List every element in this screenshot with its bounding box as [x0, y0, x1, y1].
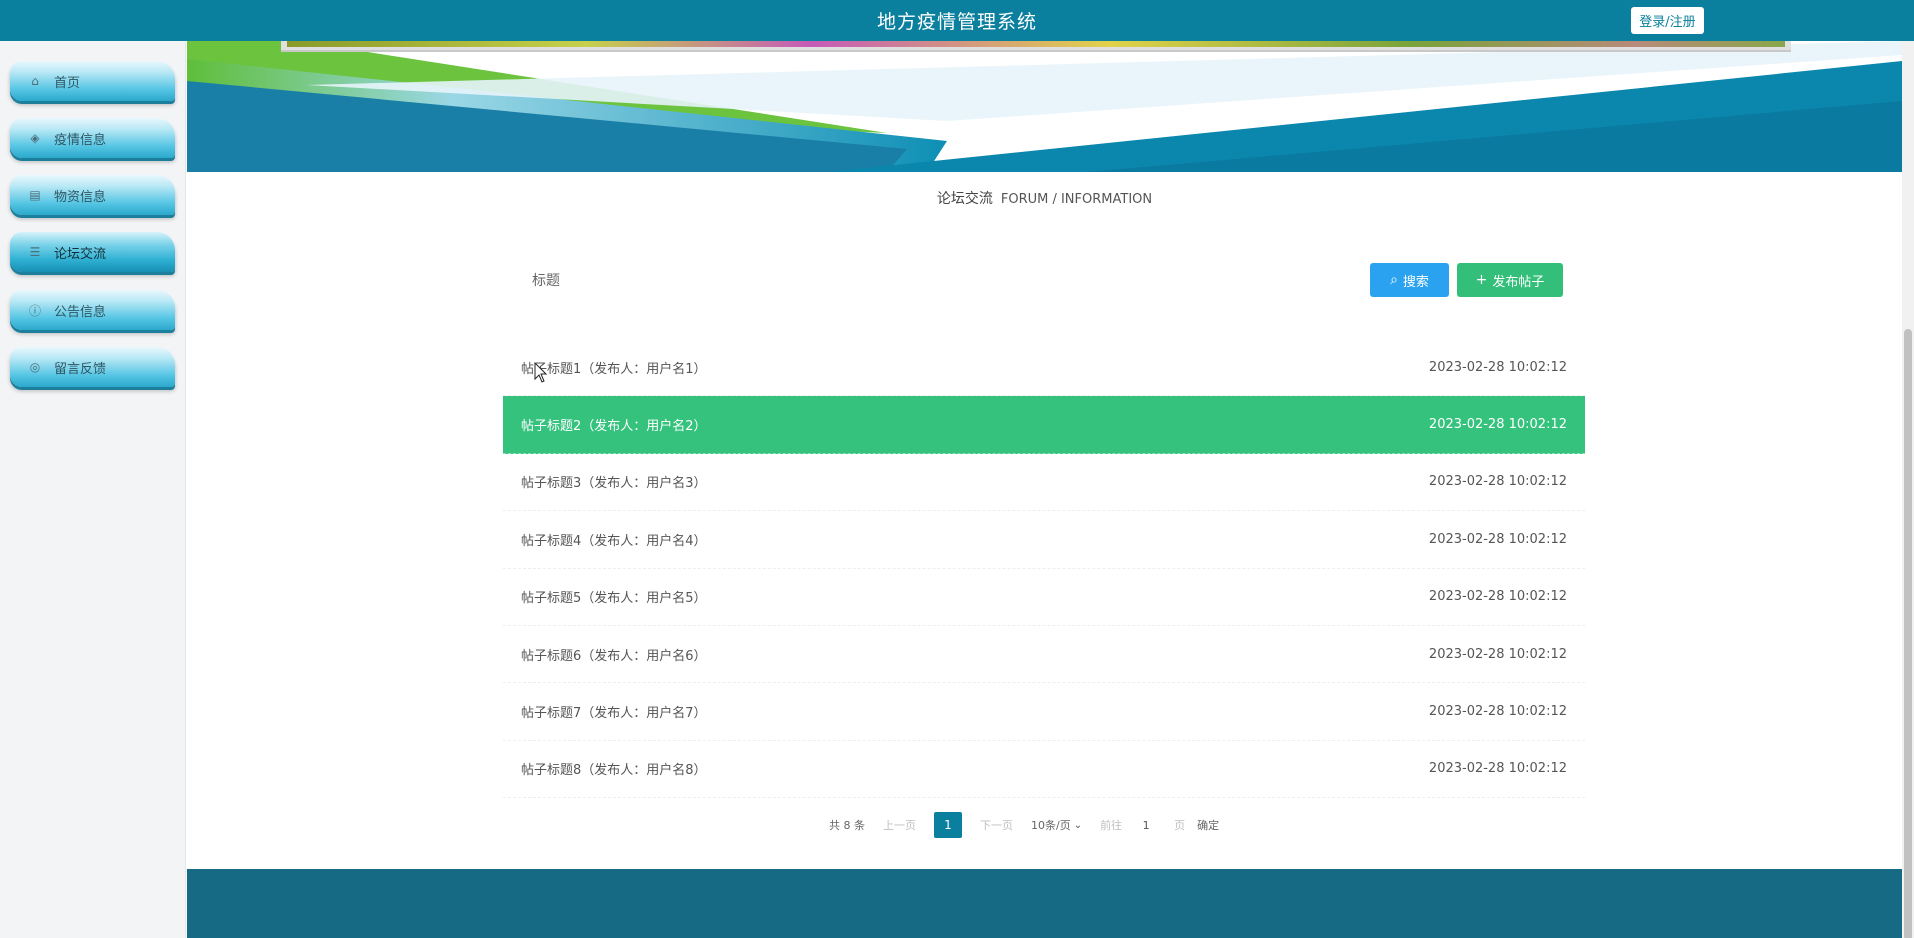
post-row[interactable]: 帖子标题3（发布人：用户名3） 2023-02-28 10:02:12	[503, 454, 1585, 512]
message-icon: ◎	[29, 360, 41, 374]
publish-post-label: 发布帖子	[1492, 274, 1545, 290]
post-row[interactable]: 帖子标题7（发布人：用户名7） 2023-02-28 10:02:12	[503, 683, 1585, 741]
sliders-icon: ☰	[29, 245, 41, 259]
scrollbar-thumb[interactable]	[1904, 329, 1912, 938]
mouse-cursor-icon	[534, 362, 548, 383]
banner-image	[187, 41, 1902, 172]
prev-page-button[interactable]: 上一页	[883, 817, 916, 833]
sidebar-item-label: 留言反馈	[54, 361, 107, 377]
post-date: 2023-02-28 10:02:12	[1428, 531, 1567, 547]
post-row[interactable]: 帖子标题6（发布人：用户名6） 2023-02-28 10:02:12	[503, 626, 1585, 684]
banner-graphic	[187, 41, 1902, 172]
post-title: 帖子标题5（发布人：用户名5）	[521, 591, 707, 607]
next-page-button[interactable]: 下一页	[980, 817, 1013, 833]
plus-icon: +	[1475, 272, 1488, 288]
sidebar-item-announcements[interactable]: ⓘ 公告信息	[10, 290, 175, 330]
post-title: 帖子标题3（发布人：用户名3）	[521, 476, 707, 492]
sidebar-item-forum[interactable]: ☰ 论坛交流	[10, 232, 175, 272]
page-number-current[interactable]: 1	[934, 812, 962, 838]
section-title-en: FORUM / INFORMATION	[1000, 192, 1153, 207]
post-date: 2023-02-28 10:02:12	[1428, 359, 1567, 375]
goto-label: 前往	[1100, 819, 1123, 832]
post-date: 2023-02-28 10:02:12	[1428, 704, 1567, 720]
sidebar: ⌂ 首页 ◈ 疫情信息 ▤ 物资信息 ☰ 论坛交流 ⓘ 公告信息 ◎ 留言反馈	[0, 41, 186, 938]
goto-confirm-button[interactable]: 确定	[1197, 817, 1219, 833]
site-title: 地方疫情管理系统	[876, 11, 1037, 33]
sidebar-item-label: 公告信息	[54, 304, 107, 320]
post-title: 帖子标题1（发布人：用户名1）	[521, 361, 707, 377]
sidebar-item-label: 论坛交流	[54, 246, 107, 262]
title-search-label[interactable]: 标题	[532, 270, 560, 290]
search-button-label: 搜索	[1402, 274, 1429, 290]
post-title: 帖子标题4（发布人：用户名4）	[521, 533, 707, 549]
info-circle-icon: ⓘ	[28, 303, 41, 318]
sidebar-item-feedback[interactable]: ◎ 留言反馈	[10, 347, 175, 387]
layers-icon: ◈	[30, 131, 40, 145]
section-heading: 论坛交流 FORUM / INFORMATION	[187, 188, 1902, 208]
post-date: 2023-02-28 10:02:12	[1428, 589, 1567, 605]
post-row[interactable]: 帖子标题1（发布人：用户名1） 2023-02-28 10:02:12	[503, 339, 1585, 397]
post-title: 帖子标题8（发布人：用户名8）	[521, 763, 707, 779]
post-row[interactable]: 帖子标题5（发布人：用户名5） 2023-02-28 10:02:12	[503, 569, 1585, 626]
page-size-select[interactable]: 10条/页 ⌄	[1031, 817, 1082, 833]
printer-icon: ▤	[29, 188, 41, 202]
search-icon: ⌕	[1390, 272, 1398, 288]
post-title: 帖子标题6（发布人：用户名6）	[521, 648, 707, 664]
sidebar-item-label: 首页	[54, 75, 81, 91]
post-date: 2023-02-28 10:02:12	[1428, 646, 1567, 662]
post-row[interactable]: 帖子标题8（发布人：用户名8） 2023-02-28 10:02:12	[503, 741, 1585, 799]
page-unit-label: 页	[1174, 819, 1186, 832]
sidebar-item-label: 物资信息	[54, 189, 107, 205]
section-title-cn: 论坛交流	[936, 191, 993, 207]
page-scrollbar[interactable]	[1902, 41, 1914, 938]
sidebar-item-label: 疫情信息	[54, 132, 107, 148]
login-register-button[interactable]: 登录/注册	[1631, 7, 1704, 34]
post-date: 2023-02-28 10:02:12	[1428, 474, 1567, 490]
page-size-value: 10条/页	[1031, 819, 1071, 832]
publish-post-button[interactable]: + 发布帖子	[1457, 263, 1563, 297]
post-date: 2023-02-28 10:02:12	[1428, 761, 1567, 777]
footer	[187, 869, 1902, 938]
search-button[interactable]: ⌕ 搜索	[1370, 263, 1449, 297]
post-title: 帖子标题2（发布人：用户名2）	[521, 419, 707, 435]
sidebar-item-home[interactable]: ⌂ 首页	[10, 61, 175, 101]
post-row[interactable]: 帖子标题2（发布人：用户名2） 2023-02-28 10:02:12	[503, 396, 1585, 454]
pagination: 共 8 条 上一页 1 下一页 10条/页 ⌄ 前往 1 页 确定	[829, 812, 1237, 838]
goto-page-input[interactable]: 1	[1132, 819, 1160, 832]
post-date: 2023-02-28 10:02:12	[1428, 417, 1567, 433]
sidebar-item-supplies-info[interactable]: ▤ 物资信息	[10, 175, 175, 215]
chevron-down-icon: ⌄	[1073, 819, 1083, 831]
post-row[interactable]: 帖子标题4（发布人：用户名4） 2023-02-28 10:02:12	[503, 511, 1585, 569]
top-header-bar: 地方疫情管理系统 登录/注册	[0, 0, 1914, 41]
sidebar-item-epidemic-info[interactable]: ◈ 疫情信息	[10, 118, 175, 158]
pagination-total: 共 8 条	[829, 819, 865, 832]
post-list: 帖子标题1（发布人：用户名1） 2023-02-28 10:02:12 帖子标题…	[503, 339, 1585, 799]
post-title: 帖子标题7（发布人：用户名7）	[521, 706, 707, 722]
home-icon: ⌂	[31, 74, 39, 88]
